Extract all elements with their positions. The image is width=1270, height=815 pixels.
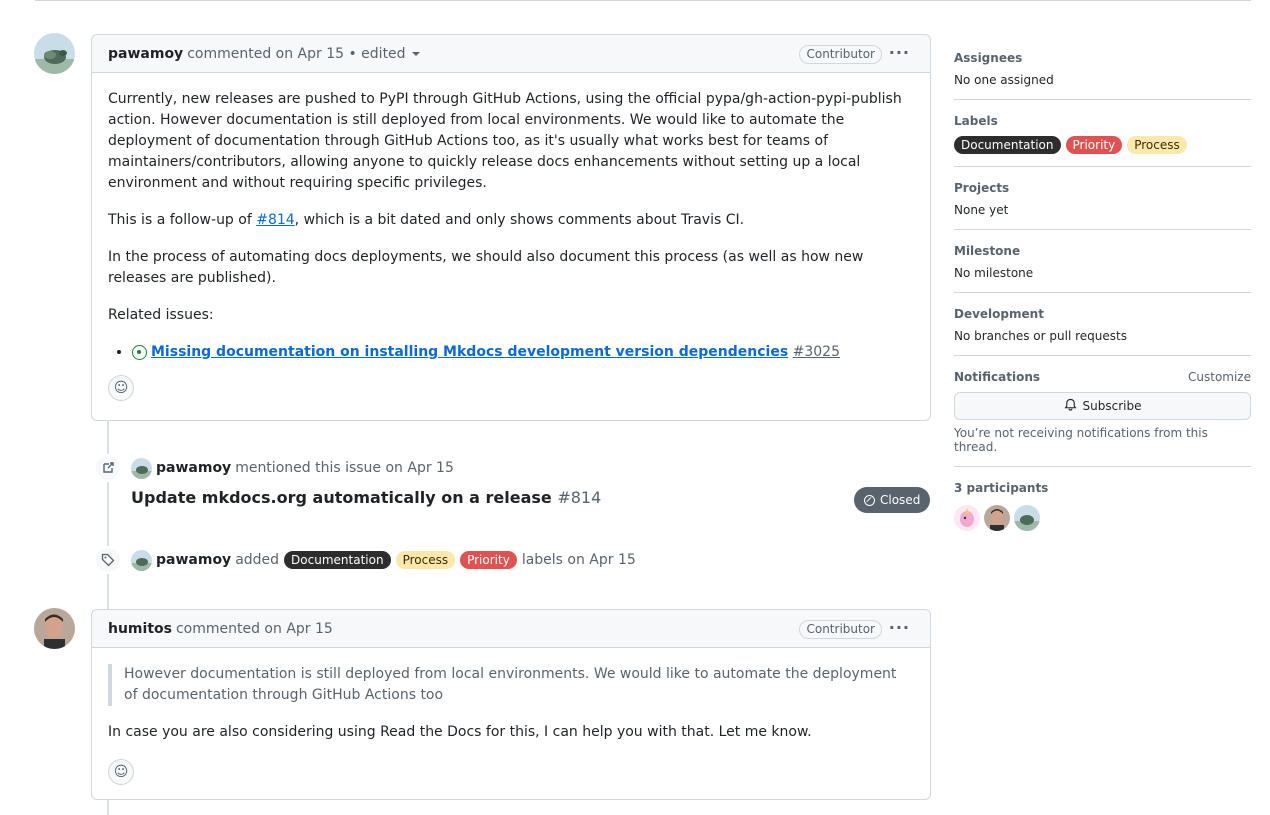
customize-link[interactable]: Customize [1188, 370, 1251, 384]
kebab-icon[interactable]: ··· [889, 619, 910, 637]
related-issues-list: Missing documentation on installing Mkdo… [108, 342, 914, 363]
timeline-line [107, 421, 109, 609]
section-title: 3 participants [954, 481, 1049, 495]
referenced-issue-number[interactable]: #814 [557, 488, 601, 507]
comment-meta[interactable]: commented on Apr 15 [176, 621, 333, 637]
avatar-pawamoy[interactable] [34, 33, 75, 74]
notifications-note: You’re not receiving notifications from … [954, 426, 1208, 454]
paragraph: Currently, new releases are pushed to Py… [108, 91, 902, 191]
labels-list: Documentation Priority Process [954, 136, 1251, 154]
section-title[interactable]: Labels [954, 114, 1251, 128]
text: , which is a bit dated and only shows co… [294, 212, 745, 228]
cross-reference-icon [94, 454, 122, 482]
label-documentation[interactable]: Documentation [284, 551, 391, 569]
notifications-section: Notifications Customize Subscribe You’re… [954, 356, 1251, 467]
caret-down-icon[interactable] [411, 51, 420, 56]
issue-closed-icon [864, 494, 875, 506]
section-title[interactable]: Milestone [954, 244, 1251, 258]
issue-link[interactable]: #814 [256, 212, 294, 228]
label-priority[interactable]: Priority [460, 551, 517, 569]
subscribe-label: Subscribe [1082, 399, 1142, 413]
smiley-icon[interactable]: ☺ [108, 375, 134, 401]
referenced-issue[interactable]: Update mkdocs.org automatically on a rel… [131, 488, 601, 507]
participants-section: 3 participants [954, 467, 1251, 543]
avatar-pawamoy[interactable] [131, 549, 152, 571]
text: This is a follow-up of [108, 212, 257, 228]
participants-list [954, 505, 1251, 531]
comment-header: pawamoy commented on Apr 15 • edited Con… [92, 35, 930, 73]
tag-icon [94, 546, 122, 574]
referenced-issue-title[interactable]: Update mkdocs.org automatically on a rel… [131, 488, 552, 507]
label-process[interactable]: Process [1127, 136, 1187, 154]
top-divider [35, 0, 1251, 1]
role-badge: Contributor [799, 45, 882, 64]
avatar-participant[interactable] [1014, 505, 1040, 531]
section-title[interactable]: Assignees [954, 51, 1251, 65]
list-item: Missing documentation on installing Mkdo… [132, 342, 914, 363]
comment-box: humitos commented on Apr 15 Contributor … [91, 609, 931, 800]
section-value: No milestone [954, 266, 1034, 280]
section-value: No branches or pull requests [954, 329, 1127, 343]
projects-section: Projects None yet [954, 167, 1251, 230]
paragraph: Related issues: [108, 307, 214, 323]
smiley-icon[interactable]: ☺ [108, 759, 134, 785]
bell-icon [1064, 398, 1077, 414]
kebab-icon[interactable]: ··· [889, 44, 910, 62]
related-issue-link[interactable]: Missing documentation on installing Mkdo… [151, 344, 788, 360]
comment-box: pawamoy commented on Apr 15 • edited Con… [91, 34, 931, 421]
label-documentation[interactable]: Documentation [954, 136, 1061, 154]
section-title[interactable]: Projects [954, 181, 1251, 195]
event-author[interactable]: pawamoy [156, 552, 231, 568]
assignees-section: Assignees No one assigned [954, 35, 1251, 100]
label-priority[interactable]: Priority [1065, 136, 1123, 154]
quote: However documentation is still deployed … [108, 664, 914, 706]
avatar-participant[interactable] [984, 505, 1010, 531]
event-verb: added [235, 552, 280, 568]
avatar-humitos[interactable] [34, 608, 75, 649]
label-process[interactable]: Process [395, 551, 456, 569]
section-value: No one assigned [954, 73, 1054, 87]
comment-author[interactable]: pawamoy [108, 46, 183, 62]
issue-open-icon [132, 344, 147, 360]
development-section: Development No branches or pull requests [954, 293, 1251, 356]
mention-event: pawamoy mentioned this issue on Apr 15 [94, 454, 454, 482]
status-text: Closed [880, 493, 921, 507]
comment-header: humitos commented on Apr 15 Contributor … [92, 610, 930, 648]
timeline-line [107, 800, 109, 815]
subscribe-button[interactable]: Subscribe [954, 392, 1251, 420]
closed-status-badge: Closed [854, 487, 931, 513]
comment-author[interactable]: humitos [108, 621, 172, 637]
role-badge: Contributor [799, 620, 882, 639]
paragraph: In the process of automating docs deploy… [108, 249, 864, 286]
labels-section: Labels Documentation Priority Process [954, 100, 1251, 167]
event-text: mentioned this issue on Apr 15 [235, 460, 454, 476]
avatar-pawamoy[interactable] [131, 457, 152, 479]
event-author[interactable]: pawamoy [156, 460, 231, 476]
section-title[interactable]: Development [954, 307, 1251, 321]
paragraph: This is a follow-up of #814, which is a … [108, 210, 914, 231]
comment-body: However documentation is still deployed … [92, 648, 930, 801]
sidebar: Assignees No one assigned Labels Documen… [954, 35, 1251, 543]
avatar-participant[interactable] [954, 505, 980, 531]
section-value: None yet [954, 203, 1009, 217]
comment-meta[interactable]: commented on Apr 15 • edited [187, 46, 405, 62]
related-issue-number[interactable]: #3025 [793, 344, 840, 360]
event-suffix: labels on Apr 15 [521, 552, 636, 568]
paragraph: In case you are also considering using R… [108, 724, 812, 740]
milestone-section: Milestone No milestone [954, 230, 1251, 293]
comment-body: Currently, new releases are pushed to Py… [92, 73, 930, 417]
label-event: pawamoy added Documentation Process Prio… [94, 546, 636, 574]
